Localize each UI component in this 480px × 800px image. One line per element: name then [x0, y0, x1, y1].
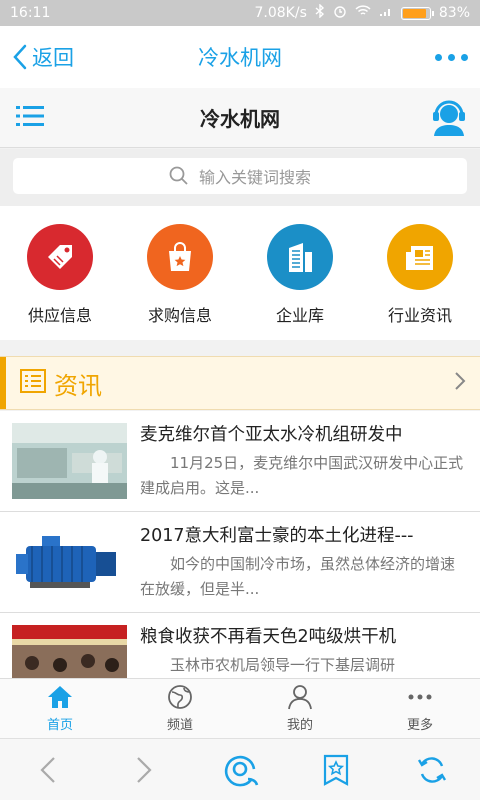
- back-label: 返回: [32, 46, 74, 70]
- tab-label: 首页: [46, 718, 73, 733]
- tab-label: 更多: [406, 718, 433, 733]
- arrow-left-icon: [40, 756, 55, 783]
- page-title: 冷水机网: [198, 46, 282, 70]
- search-input[interactable]: 输入关键词搜索: [13, 158, 467, 194]
- chevron-right-icon: [454, 371, 466, 395]
- category-purchase[interactable]: 求购信息: [120, 206, 240, 340]
- arrow-right-icon: [137, 756, 152, 783]
- browser-toolbar: [0, 738, 480, 800]
- news-list: 麦克维尔首个亚太水冷机组研发中 11月25日，麦克维尔中国武汉研发中心正式建成启…: [0, 411, 480, 714]
- wifi-icon: [355, 5, 371, 21]
- network-speed: 7.08K/s: [254, 5, 307, 21]
- shopping-bag-icon: [147, 224, 213, 290]
- refresh-icon: [417, 756, 447, 783]
- category-news[interactable]: 行业资讯: [360, 206, 480, 340]
- newspaper-icon: [387, 224, 453, 290]
- category-supply[interactable]: 供应信息: [0, 206, 120, 340]
- news-title: 2017意大利富士豪的本土化进程---: [140, 526, 414, 546]
- browser-logo-icon: [224, 755, 259, 786]
- user-icon: [288, 685, 312, 710]
- news-summary: 如今的中国制冷市场，虽然总体经济的增速在放缓，但是半...: [140, 555, 456, 598]
- news-list-icon: [20, 369, 46, 397]
- back-arrow-icon: [13, 44, 27, 70]
- tag-icon: [27, 224, 93, 290]
- tab-label: 频道: [166, 718, 193, 733]
- bookmark-star-icon: [323, 754, 349, 786]
- battery-percent: 83%: [438, 5, 470, 21]
- browser-home-button[interactable]: [192, 753, 288, 787]
- battery-icon: [400, 6, 434, 20]
- more-options-button[interactable]: [360, 53, 480, 61]
- globe-icon: [168, 685, 192, 709]
- tab-label: 我的: [286, 718, 313, 733]
- tab-channel[interactable]: 频道: [120, 679, 240, 738]
- bottom-tab-bar: 首页 频道 我的 更多: [0, 678, 480, 738]
- news-summary: 11月25日，麦克维尔中国武汉研发中心正式建成启用。这是...: [140, 454, 464, 497]
- tab-more[interactable]: 更多: [360, 679, 480, 738]
- news-thumbnail-compressor: [12, 524, 127, 600]
- customer-service-button[interactable]: [420, 100, 480, 136]
- category-enterprise[interactable]: 企业库: [240, 206, 360, 340]
- news-item[interactable]: 2017意大利富士豪的本土化进程--- 如今的中国制冷市场，虽然总体经济的增速在…: [0, 512, 480, 613]
- news-thumbnail-lab: [12, 423, 127, 499]
- customer-service-icon: [433, 100, 465, 136]
- signal-icon: [379, 5, 393, 21]
- news-section-header[interactable]: 资讯: [0, 356, 480, 410]
- bluetooth-icon: [315, 3, 325, 22]
- site-header: 冷水机网: [0, 88, 480, 148]
- home-icon: [48, 686, 72, 708]
- refresh-button[interactable]: [384, 754, 480, 786]
- category-grid: 供应信息 求购信息 企业库 行业资讯: [0, 206, 480, 340]
- browser-back-button[interactable]: [0, 755, 96, 785]
- more-dots-icon: [408, 694, 432, 700]
- news-item[interactable]: 麦克维尔首个亚太水冷机组研发中 11月25日，麦克维尔中国武汉研发中心正式建成启…: [0, 411, 480, 512]
- category-label: 行业资讯: [387, 306, 452, 325]
- building-icon: [267, 224, 333, 290]
- search-icon: [169, 166, 188, 185]
- category-label: 求购信息: [147, 306, 212, 325]
- list-menu-icon: [16, 105, 44, 126]
- bookmark-button[interactable]: [288, 754, 384, 786]
- site-name: 冷水机网: [200, 107, 280, 131]
- browser-forward-button[interactable]: [96, 755, 192, 785]
- category-label: 供应信息: [27, 306, 92, 325]
- back-button[interactable]: 返回: [0, 42, 120, 72]
- section-accent-bar: [0, 357, 6, 409]
- search-placeholder: 输入关键词搜索: [198, 168, 311, 187]
- menu-button[interactable]: [0, 105, 60, 131]
- news-title: 粮食收获不再看天色2吨级烘干机: [140, 627, 397, 647]
- news-title: 麦克维尔首个亚太水冷机组研发中: [140, 425, 403, 445]
- alarm-icon: [333, 4, 347, 22]
- top-nav-bar: 返回 冷水机网: [0, 26, 480, 88]
- status-time: 16:11: [10, 5, 51, 21]
- category-label: 企业库: [275, 306, 324, 325]
- status-bar: 16:11 7.08K/s 83%: [0, 0, 480, 26]
- section-title: 资讯: [54, 371, 102, 400]
- search-area: 输入关键词搜索: [0, 149, 480, 206]
- tab-home[interactable]: 首页: [0, 679, 120, 738]
- tab-mine[interactable]: 我的: [240, 679, 360, 738]
